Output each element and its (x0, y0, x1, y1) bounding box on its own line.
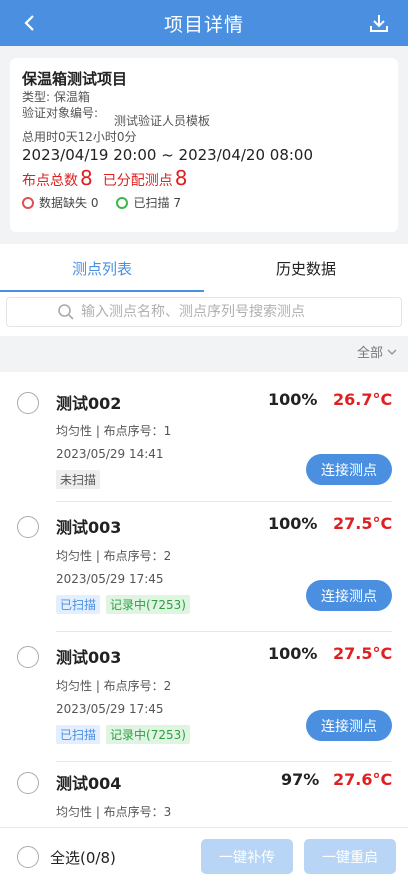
point-meta: 均匀性 | 布点序号：2 (56, 549, 172, 563)
point-temperature: 27.5°C (333, 514, 393, 533)
app-header: 项目详情 (0, 0, 408, 46)
point-meta: 均匀性 | 布点序号：3 (56, 805, 172, 819)
project-counts: 布点总数 8 已分配测点 8 (22, 166, 188, 190)
chevron-left-icon (24, 15, 34, 31)
search-bar (0, 292, 408, 336)
chevron-down-icon (387, 348, 397, 355)
point-list: 测试002 100% 26.7°C 均匀性 | 布点序号：1 2023/05/2… (0, 372, 408, 827)
point-name: 测试003 (56, 518, 122, 537)
tab-bar: 测点列表 历史数据 (0, 244, 408, 292)
point-percent: 97% (281, 770, 320, 789)
connect-point-button[interactable]: 连接测点 (306, 580, 392, 611)
point-percent: 100% (268, 514, 318, 533)
project-duration: 总用时0天12小时0分 (22, 130, 137, 144)
project-type: 类型: 保温箱 (22, 90, 90, 104)
search-input[interactable] (81, 304, 351, 320)
point-name: 测试002 (56, 394, 122, 413)
assigned-points-count: 8 (174, 166, 188, 190)
point-time: 2023/05/29 14:41 (56, 447, 164, 461)
project-date-range: 2023/04/19 20:00 ~ 2023/04/20 08:00 (22, 146, 314, 164)
point-time: 2023/05/29 17:45 (56, 702, 164, 716)
recording-badge: 记录中(7253) (106, 725, 190, 744)
batch-restart-button[interactable]: 一键重启 (304, 839, 396, 874)
search-icon (58, 304, 74, 320)
bottom-action-bar: 全选(0/8) 一键补传 一键重启 (0, 827, 408, 883)
scanned-badge: 已扫描 (56, 725, 101, 744)
select-all-radio[interactable] (17, 846, 39, 868)
point-time: 2023/05/29 17:45 (56, 572, 164, 586)
divider (56, 761, 392, 762)
divider (56, 501, 392, 502)
project-title: 保温箱测试项目 (22, 70, 128, 88)
point-percent: 100% (268, 390, 318, 409)
download-button[interactable] (364, 8, 394, 38)
item-select-radio[interactable] (17, 516, 39, 538)
point-tags: 已扫描 记录中(7253) (56, 595, 196, 614)
project-verify-object: 验证对象编号: 测试验证人员模板 (22, 106, 211, 128)
download-icon (370, 15, 388, 32)
point-tags: 未扫描 (56, 470, 106, 489)
point-name: 测试004 (56, 774, 122, 793)
divider (56, 631, 392, 632)
point-temperature: 27.6°C (333, 770, 393, 789)
tab-history-data[interactable]: 历史数据 (204, 244, 408, 292)
item-select-radio[interactable] (17, 772, 39, 794)
point-temperature: 26.7°C (333, 390, 393, 409)
recording-badge: 记录中(7253) (106, 595, 190, 614)
item-select-radio[interactable] (17, 646, 39, 668)
scanned-badge: 已扫描 (56, 595, 101, 614)
connect-point-button[interactable]: 连接测点 (306, 710, 392, 741)
missing-dot-icon (22, 196, 34, 209)
point-meta: 均匀性 | 布点序号：2 (56, 679, 172, 693)
connect-point-button[interactable]: 连接测点 (306, 454, 392, 485)
point-meta: 均匀性 | 布点序号：1 (56, 424, 172, 438)
status-badge: 未扫描 (56, 470, 101, 489)
select-all-label[interactable]: 全选(0/8) (50, 847, 116, 868)
page-title: 项目详情 (163, 13, 244, 36)
batch-resend-button[interactable]: 一键补传 (201, 839, 293, 874)
point-name: 测试003 (56, 648, 122, 667)
back-button[interactable] (14, 8, 44, 38)
point-temperature: 27.5°C (333, 644, 393, 663)
filter-dropdown[interactable]: 全部 (357, 342, 398, 361)
point-percent: 100% (268, 644, 318, 663)
item-select-radio[interactable] (17, 392, 39, 414)
total-points-count: 8 (80, 166, 93, 190)
status-legend: 数据缺失 0 已扫描 7 (22, 194, 386, 211)
project-info-card: 保温箱测试项目 类型: 保温箱 验证对象编号: 测试验证人员模板 总用时0天12… (10, 58, 398, 232)
search-box (6, 297, 402, 327)
point-tags: 已扫描 记录中(7253) (56, 725, 196, 744)
scanned-dot-icon (116, 196, 129, 209)
tab-point-list[interactable]: 测点列表 (0, 244, 204, 292)
